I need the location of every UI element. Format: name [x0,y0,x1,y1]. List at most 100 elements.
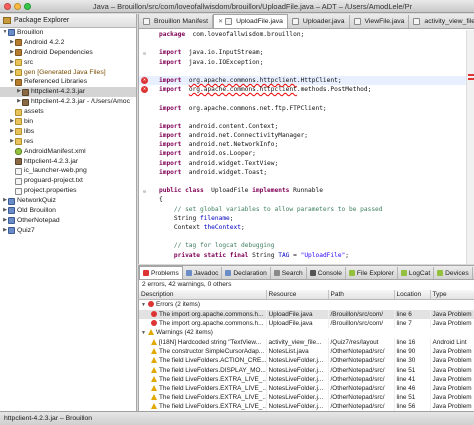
code-line[interactable]: import android.net.ConnectivityManager; [139,131,474,140]
code-line[interactable]: import android.content.Context; [139,122,474,131]
code-line[interactable]: String filename; [139,214,474,223]
error-overview-marker[interactable] [468,74,474,76]
error-marker-icon[interactable]: ✕ [141,76,148,84]
problem-row[interactable]: The constructor SimpleCursorAdap... Notes… [139,347,474,357]
code-line[interactable]: private static final String TAG = "Uploa… [139,251,474,260]
problem-row[interactable]: The field LiveFolders.EXTRA_LIVE_... Note… [139,383,474,393]
tab-problems[interactable]: Problems [139,266,183,279]
code-line[interactable]: import org.apache.commons.net.ftp.FTPCli… [139,104,474,113]
tab-logcat[interactable]: LogCat [398,267,435,279]
code-text: import android.widget.Toast; [151,168,267,177]
code-line[interactable]: { [139,195,474,204]
problem-row[interactable]: The import org.apache.commons.h... Upload… [139,318,474,328]
java-file-icon [353,18,361,25]
tree-item[interactable]: ▶ bin [0,117,136,127]
tree-item[interactable]: ic_launcher-web.png [0,166,136,176]
tree-item[interactable]: ▶ OtherNotepad [0,216,136,226]
tree-item[interactable]: ▼ Brouillon [0,28,136,38]
problem-group-row[interactable]: ▼ Warnings (42 items) [139,327,474,338]
tab-javadoc[interactable]: Javadoc [183,267,223,279]
code-line[interactable]: import android.widget.Toast; [139,168,474,177]
code-line[interactable]: Context theContext; [139,223,474,232]
tree-item[interactable]: AndroidManifest.xml [0,147,136,157]
tree-item[interactable]: ▶ Android 4.2.2 [0,38,136,48]
code-line[interactable]: // set global variables to allow paramet… [139,205,474,214]
tree-item[interactable]: ▶ src [0,58,136,68]
problem-row[interactable]: The field LiveFolders.DISPLAY_MO... Notes… [139,365,474,375]
editor-tab[interactable]: Uploader.java [288,15,350,28]
column-header[interactable]: Path [328,290,395,300]
code-line[interactable]: import android.os.Looper; [139,149,474,158]
error-overview-marker[interactable] [468,78,474,80]
code-line[interactable]: package com.loveofallwisdom.brouillon; [139,30,474,39]
problem-row[interactable]: The field LiveFolders.EXTRA_LIVE_... Note… [139,393,474,403]
tab-declaration[interactable]: Declaration [222,267,271,279]
editor-tab[interactable]: ✕ UploadFile.java [213,14,288,28]
tree-item[interactable]: project.properties [0,186,136,196]
editor-tab[interactable]: activity_view_file.xml [409,15,474,28]
tree-item[interactable]: ▶ httpclient-4.2.3.jar - /Users/Amoc [0,97,136,107]
code-line[interactable]: ✕ import org.apache.commons.httpclient.me… [139,85,474,94]
tree-item[interactable]: assets [0,107,136,117]
column-header[interactable]: Description [139,290,267,300]
code-line[interactable]: import android.net.NetworkInfo; [139,140,474,149]
error-marker-icon[interactable]: ✕ [141,86,148,94]
code-line[interactable] [139,113,474,122]
problem-row[interactable]: The field LiveFolders.EXTRA_LIVE_... Note… [139,402,474,412]
file-icon [15,187,22,195]
code-line[interactable] [139,260,474,264]
tab-search[interactable]: Search [271,267,307,279]
tab-console[interactable]: Console [307,267,346,279]
tree-item[interactable]: ▶ Old Brouillon [0,206,136,216]
code-line[interactable]: ⊖ import java.io.InputStream; [139,48,474,57]
editor-tab[interactable]: Brouillon Manifest [139,15,214,28]
editor-vertical-scrollbar[interactable] [466,30,474,264]
tab-devices[interactable]: Devices [434,267,473,279]
minimize-window-button[interactable] [14,2,21,10]
code-line[interactable]: ✕ import org.apache.commons.httpclient.Ht… [139,75,474,86]
problem-row[interactable]: The field LiveFolders.EXTRA_LIVE_... Note… [139,374,474,384]
editor-gutter [139,159,151,168]
tree-item[interactable]: httpclient-4.2.3.jar [0,157,136,167]
tree-item[interactable]: ▶ httpclient-4.2.3.jar [0,87,136,98]
tree-item[interactable]: ▶ gen [Generated Java Files] [0,68,136,78]
column-header[interactable]: Type [430,290,474,300]
close-window-button[interactable] [4,2,11,10]
problem-row[interactable]: The import org.apache.commons.h... Upload… [139,309,474,319]
code-line[interactable]: ⊖ public class UploadFile implements Runn… [139,186,474,195]
problem-row[interactable]: The field LiveFolders.ACTION_CRE... Notes… [139,356,474,366]
expanded-triangle-icon[interactable]: ▼ [141,302,146,308]
problem-group-row[interactable]: ▼ Errors (2 items) [139,299,474,310]
problem-description: The constructor SimpleCursorAdap... [159,348,265,356]
code-line[interactable] [139,232,474,241]
problem-path-cell: /OtherNotepad/src/ [328,393,395,403]
tab-file-explorer[interactable]: File Explorer [346,267,398,279]
tree-item[interactable]: ▼ Referenced Libraries [0,77,136,87]
tree-item[interactable]: ▶ res [0,137,136,147]
code-line[interactable]: import java.io.IOException; [139,58,474,67]
column-header[interactable]: Resource [266,290,329,300]
tree-item[interactable]: proguard-project.txt [0,176,136,186]
problem-location-cell: line 46 [394,383,431,393]
problem-row[interactable]: [I18N] Hardcoded string "TextView... acti… [139,337,474,348]
tree-item[interactable]: ▶ Android Dependencies [0,48,136,58]
code-line[interactable]: // tag for logcat debugging [139,241,474,250]
zoom-window-button[interactable] [24,2,31,10]
editor-tab[interactable]: ViewFile.java [350,15,410,28]
editor-gutter [139,30,151,39]
editor-tab-label: Brouillon Manifest [154,18,209,25]
column-header[interactable]: Location [394,290,431,300]
code-text: import android.widget.TextView; [151,159,278,168]
code-line[interactable] [139,94,474,103]
code-editor[interactable]: package com.loveofallwisdom.brouillon; ⊖ i… [139,30,474,264]
code-line[interactable] [139,177,474,186]
code-line[interactable] [139,39,474,48]
tree-item[interactable]: ▶ libs [0,127,136,137]
package-explorer-tab[interactable]: Package Explorer [0,14,136,28]
tree-item[interactable]: ▶ Quiz7 [0,226,136,236]
code-line[interactable]: import android.widget.TextView; [139,159,474,168]
code-line[interactable] [139,67,474,76]
close-tab-icon[interactable]: ✕ [218,18,223,25]
tree-item[interactable]: ▶ NetworkQuiz [0,196,136,206]
expanded-triangle-icon[interactable]: ▼ [141,330,146,336]
